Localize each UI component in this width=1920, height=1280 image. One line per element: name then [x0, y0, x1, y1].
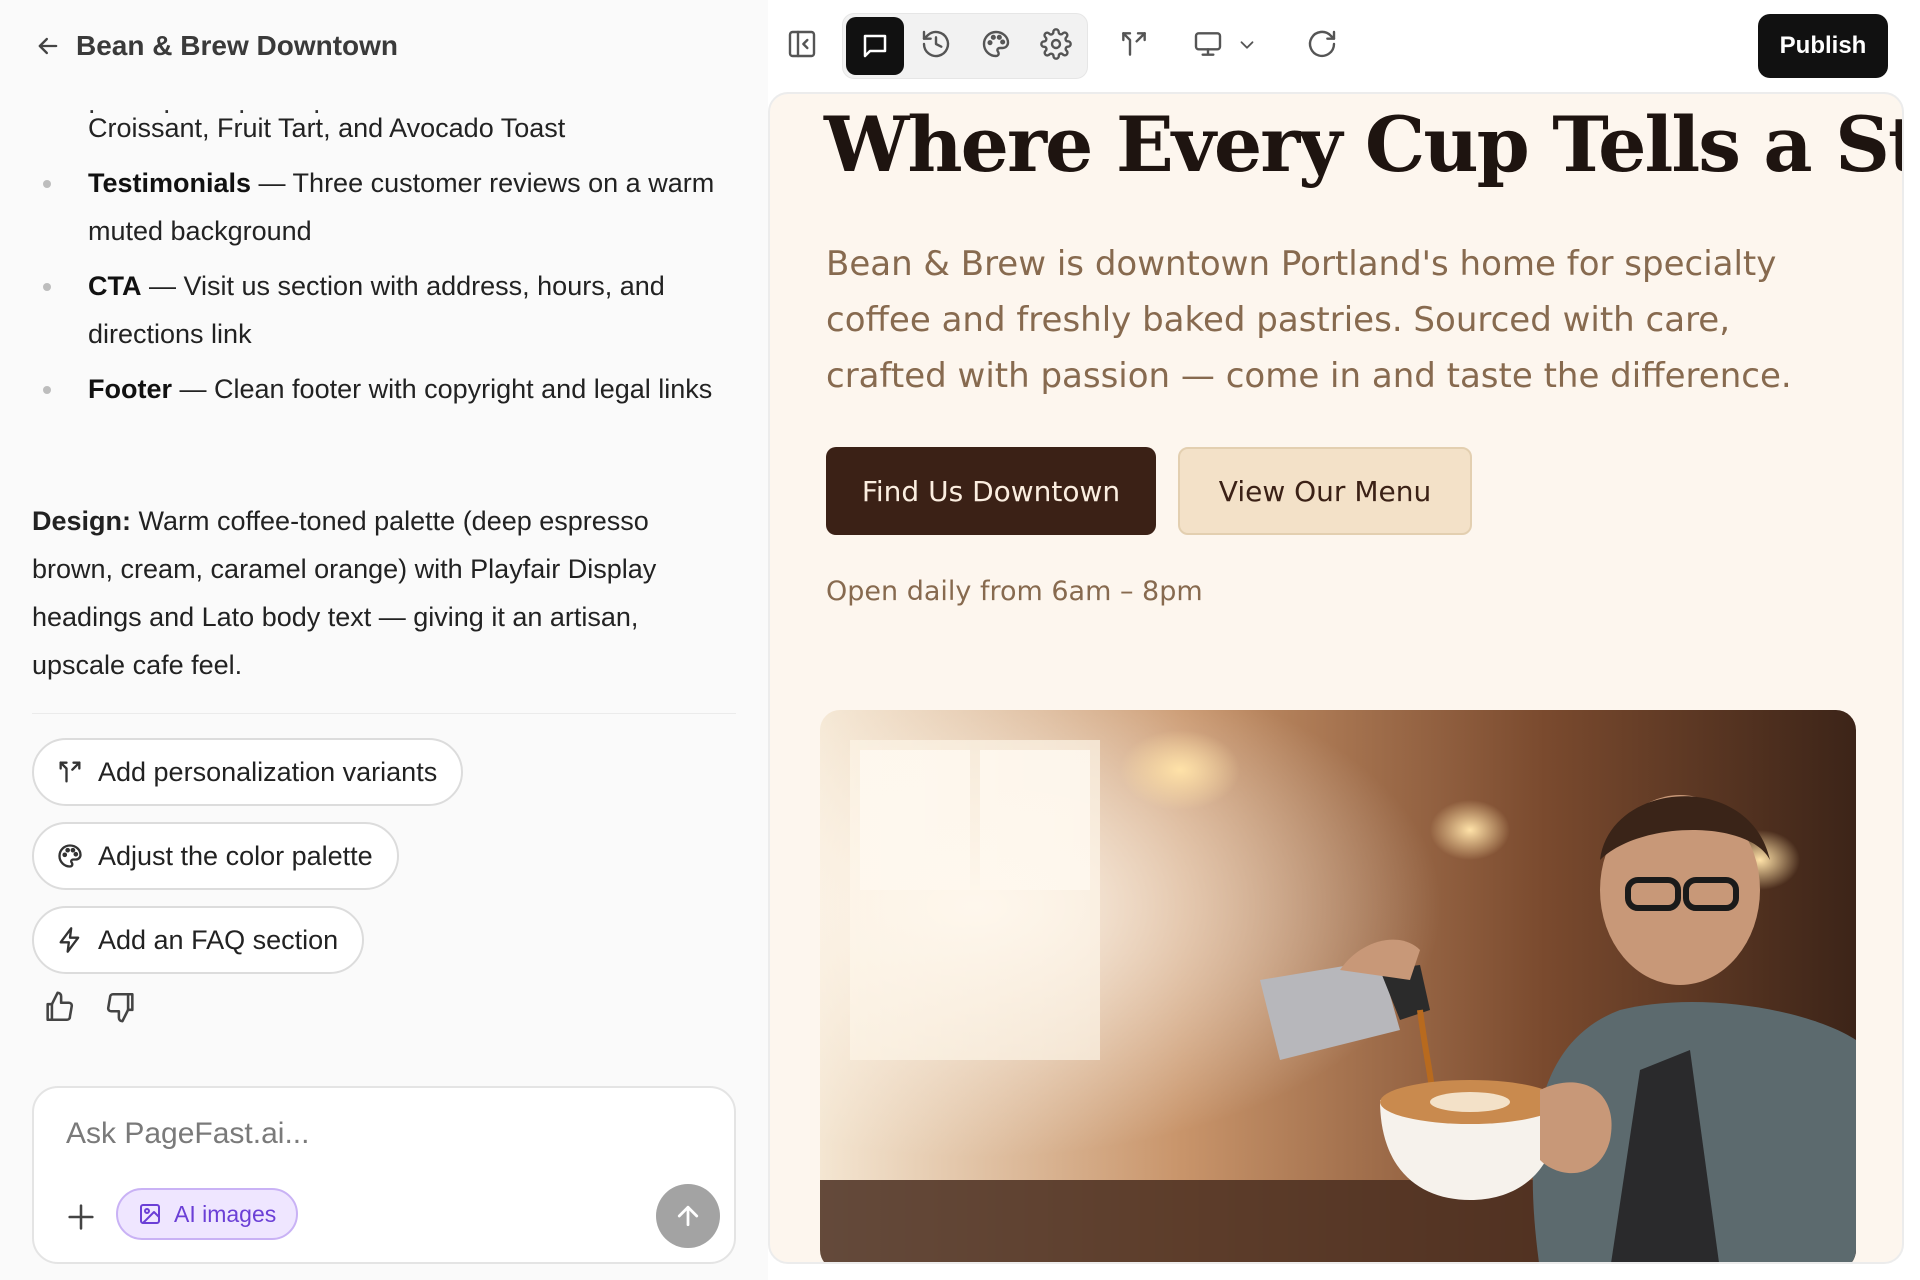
- sidebar-toggle-icon[interactable]: [786, 28, 818, 60]
- section-name: Footer: [88, 374, 172, 404]
- design-label: Design:: [32, 506, 132, 536]
- refresh-icon[interactable]: [1306, 28, 1338, 60]
- section-name: Testimonials: [88, 168, 252, 198]
- image-icon: [140, 1204, 160, 1224]
- list-item: Footer — Clean footer with copyright and…: [32, 365, 736, 413]
- hero-title: Where Every Cup Tells a Story: [824, 100, 1902, 189]
- thumbs-up-icon[interactable]: [42, 990, 76, 1024]
- chat-mode-button[interactable]: [846, 17, 904, 75]
- suggestion-faq-button[interactable]: Add an FAQ section: [32, 906, 365, 974]
- ai-images-toggle[interactable]: AI images: [116, 1188, 299, 1240]
- suggestion-palette-button[interactable]: Adjust the color palette: [32, 822, 399, 890]
- prompt-composer: AI images: [32, 1086, 736, 1264]
- chat-header: Bean & Brew Downtown: [0, 0, 768, 92]
- split-arrows-icon: [59, 761, 81, 783]
- barista-photo-illustration: [820, 710, 1856, 1262]
- thumbs-down-icon[interactable]: [104, 990, 138, 1024]
- back-arrow-icon[interactable]: [34, 32, 62, 60]
- section-desc: — Visit us section with address, hours, …: [88, 271, 665, 349]
- chat-panel: Bean & Brew Downtown . . . . Croissant, …: [0, 0, 768, 1280]
- feedback-row: [42, 990, 138, 1024]
- chevron-down-icon[interactable]: [1236, 34, 1258, 56]
- site-preview: Where Every Cup Tells a Story Bean & Bre…: [768, 92, 1904, 1264]
- suggestion-label: Add an FAQ section: [98, 924, 339, 955]
- list-item-text: Croissant, Fruit Tart, and Avocado Toast: [88, 113, 566, 143]
- chat-icon: [863, 34, 887, 58]
- section-list: Croissant, Fruit Tart, and Avocado Toast…: [32, 104, 736, 420]
- publish-button[interactable]: Publish: [1758, 14, 1888, 78]
- design-paragraph: Design: Warm coffee-toned palette (deep …: [32, 497, 736, 689]
- prompt-input[interactable]: [66, 1112, 686, 1156]
- desktop-icon[interactable]: [1192, 28, 1224, 60]
- ai-images-label: AI images: [174, 1200, 277, 1227]
- send-button[interactable]: [656, 1184, 720, 1248]
- section-desc: — Clean footer with copyright and legal …: [172, 374, 713, 404]
- opening-hours: Open daily from 6am – 8pm: [826, 576, 1203, 607]
- arrow-up-icon: [677, 1205, 699, 1227]
- suggestion-label: Add personalization variants: [98, 756, 438, 787]
- section-name: CTA: [88, 271, 142, 301]
- suggestion-personalization-button[interactable]: Add personalization variants: [32, 738, 464, 806]
- divider: [32, 713, 736, 714]
- find-us-button[interactable]: Find Us Downtown: [826, 447, 1156, 535]
- list-item: Croissant, Fruit Tart, and Avocado Toast: [32, 104, 736, 152]
- settings-icon[interactable]: [1040, 28, 1072, 60]
- list-item: CTA — Visit us section with address, hou…: [32, 262, 736, 358]
- plus-icon[interactable]: [64, 1200, 98, 1234]
- palette-icon: [58, 844, 82, 868]
- lightning-icon: [59, 927, 80, 953]
- assistant-message: . . . . Croissant, Fruit Tart, and Avoca…: [32, 92, 736, 712]
- barista-photo: [820, 710, 1856, 1262]
- project-title: Bean & Brew Downtown: [76, 30, 399, 61]
- editor-toolbar: Publish: [768, 0, 1920, 92]
- split-arrows-icon[interactable]: [1118, 28, 1150, 60]
- history-icon[interactable]: [920, 28, 952, 60]
- hero-subtitle: Bean & Brew is downtown Portland's home …: [826, 244, 1792, 396]
- list-item: Testimonials — Three customer reviews on…: [32, 159, 736, 255]
- suggestion-label: Adjust the color palette: [98, 840, 373, 871]
- view-menu-button[interactable]: View Our Menu: [1178, 447, 1472, 535]
- palette-icon[interactable]: [980, 28, 1012, 60]
